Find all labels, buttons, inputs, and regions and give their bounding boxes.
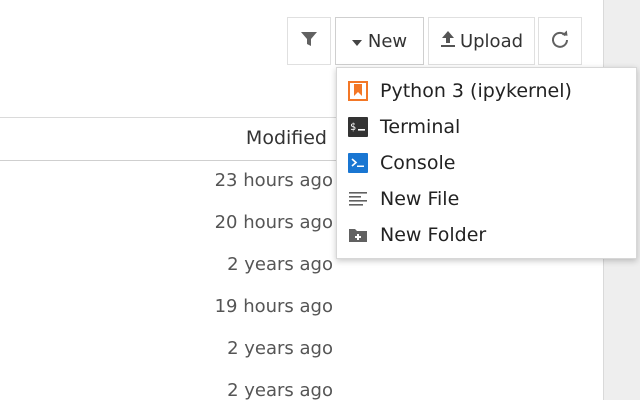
caret-down-icon [351,31,362,52]
refresh-icon [550,29,570,54]
column-header-row: Modified [0,117,345,161]
table-row[interactable]: 2 years ago [0,328,333,370]
menu-item-console[interactable]: Console [337,145,636,181]
terminal-icon: $ [347,116,369,138]
table-row[interactable]: 19 hours ago [0,286,333,328]
upload-button-label: Upload [459,30,524,52]
table-row[interactable]: 23 hours ago [0,160,333,202]
new-folder-icon [347,224,369,246]
refresh-button[interactable] [538,17,582,65]
upload-icon [440,30,456,53]
table-row[interactable]: 2 years ago [0,244,333,286]
new-button-label: New [367,30,408,52]
menu-item-label: New Folder [380,224,487,246]
menu-item-label: New File [380,188,460,210]
upload-button[interactable]: Upload [428,17,535,65]
menu-item-terminal[interactable]: $ Terminal [337,109,636,145]
python-notebook-icon [347,80,369,102]
menu-item-label: Python 3 (ipykernel) [380,80,572,102]
text-file-icon [347,188,369,210]
filter-button[interactable] [287,17,331,65]
menu-item-python-notebook[interactable]: Python 3 (ipykernel) [337,73,636,109]
table-row[interactable]: 2 years ago [0,370,333,400]
new-dropdown-menu: Python 3 (ipykernel) $ Terminal Console [336,67,637,259]
console-icon [347,152,369,174]
filter-icon [300,30,318,53]
menu-item-label: Terminal [380,116,461,138]
modified-column-header[interactable]: Modified [246,127,327,149]
menu-item-new-folder[interactable]: New Folder [337,217,636,253]
table-row[interactable]: 20 hours ago [0,202,333,244]
menu-item-new-file[interactable]: New File [337,181,636,217]
new-launcher-button[interactable]: New [335,17,424,65]
menu-item-label: Console [380,152,456,174]
svg-text:$: $ [350,122,356,133]
